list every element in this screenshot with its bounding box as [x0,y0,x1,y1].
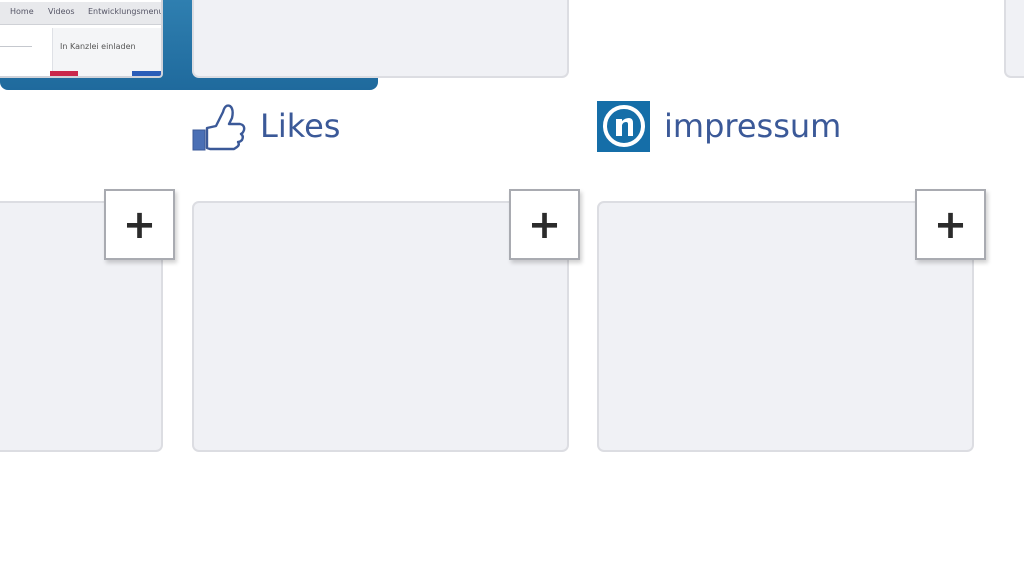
preview-text: In Kanzlei einladen [60,42,136,51]
add-app-button[interactable]: + [915,189,986,260]
preview-tab: Entwicklungsmenu [88,7,163,16]
app-link-likes[interactable]: Likes [192,100,340,152]
add-app-button[interactable]: + [509,189,580,260]
app-label-likes: Likes [260,107,341,145]
preview-accent-red [50,71,78,76]
app-tile-partial[interactable] [1004,0,1024,78]
preview-accent-blue [132,71,161,76]
preview-tab: Videos [48,7,75,16]
app-tile-screenshot-preview[interactable]: Home Videos Entwicklungsmenu In Kanzlei … [0,0,163,78]
preview-tab: Home [10,7,34,16]
preview-divider [0,46,32,47]
app-tile-likes[interactable] [192,0,569,78]
app-tiles-grid: Home Videos Entwicklungsmenu In Kanzlei … [0,0,1024,576]
add-app-button[interactable]: + [104,189,175,260]
app-link-impressum[interactable]: impressum [597,100,841,152]
impressum-logo-glyph [602,105,645,147]
thumbs-up-icon [192,104,246,151]
app-label-impressum: impressum [664,107,842,145]
preview-panel [52,28,161,76]
impressum-logo-icon [597,100,650,152]
